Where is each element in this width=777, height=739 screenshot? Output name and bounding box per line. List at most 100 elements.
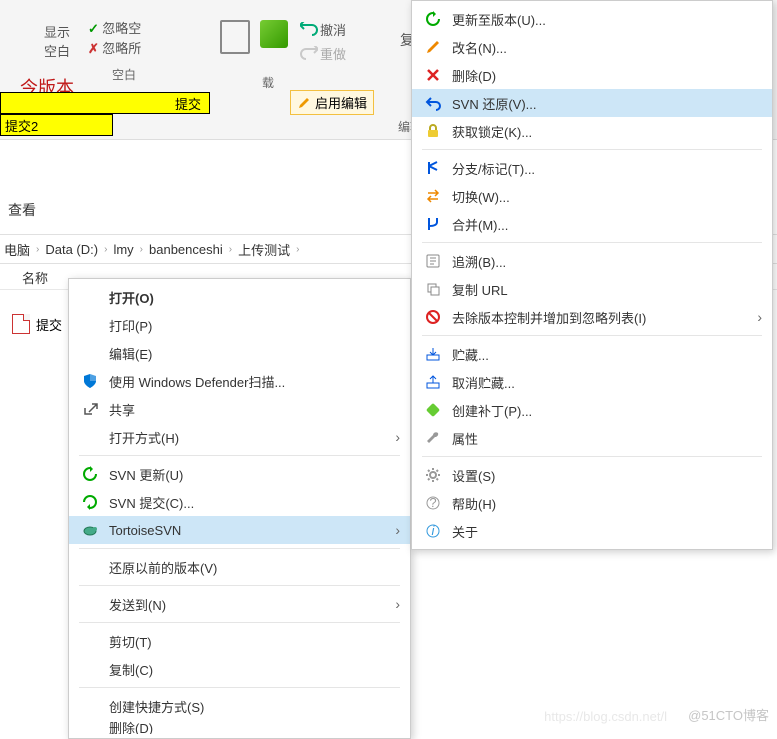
menu-separator	[422, 456, 762, 457]
menu-settings[interactable]: 设置(S)	[412, 461, 772, 489]
file-row[interactable]: 提交	[12, 314, 62, 334]
action-icon[interactable]	[260, 20, 288, 48]
menu-restore-previous[interactable]: 还原以前的版本(V)	[69, 553, 410, 581]
breadcrumb-root[interactable]: 电脑	[4, 240, 30, 259]
file-name-label: 提交	[36, 315, 62, 334]
breadcrumb-dir3[interactable]: 上传测试	[238, 240, 290, 259]
menu-unshelve[interactable]: 取消贮藏...	[412, 368, 772, 396]
menu-about[interactable]: i关于	[412, 517, 772, 545]
menu-copy-url[interactable]: 复制 URL	[412, 275, 772, 303]
gear-icon	[422, 467, 444, 483]
menu-copy[interactable]: 复制(C)	[69, 655, 410, 683]
help-icon: ?	[422, 495, 444, 511]
menu-svn-update[interactable]: SVN 更新(U)	[69, 460, 410, 488]
chevron-right-icon: ›	[98, 244, 113, 255]
copy-url-icon	[422, 281, 444, 297]
chevron-right-icon: ›	[757, 309, 762, 325]
blank-group-label: 空白	[112, 66, 136, 83]
update-rev-icon	[422, 11, 444, 27]
menu-separator	[422, 242, 762, 243]
menu-separator	[79, 548, 400, 549]
chevron-right-icon: ›	[395, 429, 400, 445]
shield-icon	[79, 373, 101, 389]
lock-icon	[422, 123, 444, 139]
column-name-label[interactable]: 名称	[0, 268, 48, 287]
menu-blame[interactable]: 追溯(B)...	[412, 247, 772, 275]
svg-text:?: ?	[429, 495, 436, 510]
show-blank-button[interactable]: 显示 空白	[40, 20, 74, 62]
menu-open-with[interactable]: 打开方式(H)›	[69, 423, 410, 451]
menu-create-patch[interactable]: 创建补丁(P)...	[412, 396, 772, 424]
menu-separator	[79, 622, 400, 623]
ignore-all-checkbox[interactable]: ✗ 忽略所	[88, 38, 141, 57]
watermark-url: https://blog.csdn.net/l	[544, 709, 667, 724]
menu-print[interactable]: 打印(P)	[69, 311, 410, 339]
menu-help[interactable]: ?帮助(H)	[412, 489, 772, 517]
menu-cut[interactable]: 剪切(T)	[69, 627, 410, 655]
menu-get-lock[interactable]: 获取锁定(K)...	[412, 117, 772, 145]
shelve-icon	[422, 346, 444, 362]
doc-icon	[220, 20, 250, 54]
breadcrumb-dir1[interactable]: lmy	[113, 242, 133, 257]
breadcrumb-dir2[interactable]: banbenceshi	[149, 242, 223, 257]
menu-separator	[422, 149, 762, 150]
menu-remove-version-control[interactable]: 去除版本控制并增加到忽略列表(I)›	[412, 303, 772, 331]
menu-create-shortcut[interactable]: 创建快捷方式(S)	[69, 692, 410, 720]
chevron-right-icon: ›	[395, 522, 400, 538]
tortoisesvn-submenu: 更新至版本(U)... 改名(N)... 删除(D) SVN 还原(V)... …	[411, 0, 773, 550]
chevron-right-icon: ›	[395, 596, 400, 612]
menu-separator	[79, 687, 400, 688]
download-label: 载	[262, 74, 274, 91]
file-icon	[12, 314, 30, 334]
svn-commit-icon	[79, 494, 101, 510]
menu-send-to[interactable]: 发送到(N)›	[69, 590, 410, 618]
menu-separator	[422, 335, 762, 336]
revert-icon	[422, 95, 444, 111]
context-menu: 打开(O) 打印(P) 编辑(E) 使用 Windows Defender扫描.…	[68, 278, 411, 739]
menu-properties[interactable]: 属性	[412, 424, 772, 452]
menu-delete[interactable]: 删除(D)	[412, 61, 772, 89]
branch-icon	[422, 160, 444, 176]
tortoise-icon	[79, 522, 101, 538]
breadcrumb-drive[interactable]: Data (D:)	[45, 242, 98, 257]
ignore-blank-checkbox[interactable]: ✓ 忽略空	[88, 18, 141, 37]
menu-branch-tag[interactable]: 分支/标记(T)...	[412, 154, 772, 182]
wrench-icon	[422, 430, 444, 446]
redo-label: 重做	[320, 44, 346, 63]
commit-row: 提交	[0, 92, 210, 114]
unshelve-icon	[422, 374, 444, 390]
menu-separator	[79, 585, 400, 586]
switch-icon	[422, 188, 444, 204]
merge-icon	[422, 216, 444, 232]
menu-shelve[interactable]: 贮藏...	[412, 340, 772, 368]
menu-defender-scan[interactable]: 使用 Windows Defender扫描...	[69, 367, 410, 395]
chevron-right-icon: ›	[223, 244, 238, 255]
menu-tortoisesvn[interactable]: TortoiseSVN›	[69, 516, 410, 544]
view-tab-label[interactable]: 查看	[8, 200, 36, 220]
menu-svn-revert[interactable]: SVN 还原(V)...	[412, 89, 772, 117]
menu-share[interactable]: 共享	[69, 395, 410, 423]
menu-rename[interactable]: 改名(N)...	[412, 33, 772, 61]
undo-label[interactable]: 撤消	[320, 20, 346, 39]
menu-switch[interactable]: 切换(W)...	[412, 182, 772, 210]
undo-icon[interactable]	[300, 22, 318, 36]
chevron-right-icon: ›	[290, 244, 305, 255]
delete-x-icon	[422, 67, 444, 83]
menu-edit[interactable]: 编辑(E)	[69, 339, 410, 367]
chevron-right-icon: ›	[30, 244, 45, 255]
patch-icon	[422, 402, 444, 418]
commit-row-2: 提交2	[0, 114, 113, 136]
blame-icon	[422, 253, 444, 269]
remove-ignore-icon	[422, 309, 444, 325]
watermark: @51CTO博客	[688, 705, 769, 724]
enable-edit-button[interactable]: 启用编辑	[290, 90, 374, 115]
menu-update-to-revision[interactable]: 更新至版本(U)...	[412, 5, 772, 33]
info-icon: i	[422, 523, 444, 539]
menu-open[interactable]: 打开(O)	[69, 283, 410, 311]
menu-svn-commit[interactable]: SVN 提交(C)...	[69, 488, 410, 516]
redo-icon	[300, 46, 318, 60]
menu-merge[interactable]: 合并(M)...	[412, 210, 772, 238]
chevron-right-icon: ›	[134, 244, 149, 255]
svn-update-icon	[79, 466, 101, 482]
menu-separator	[79, 455, 400, 456]
